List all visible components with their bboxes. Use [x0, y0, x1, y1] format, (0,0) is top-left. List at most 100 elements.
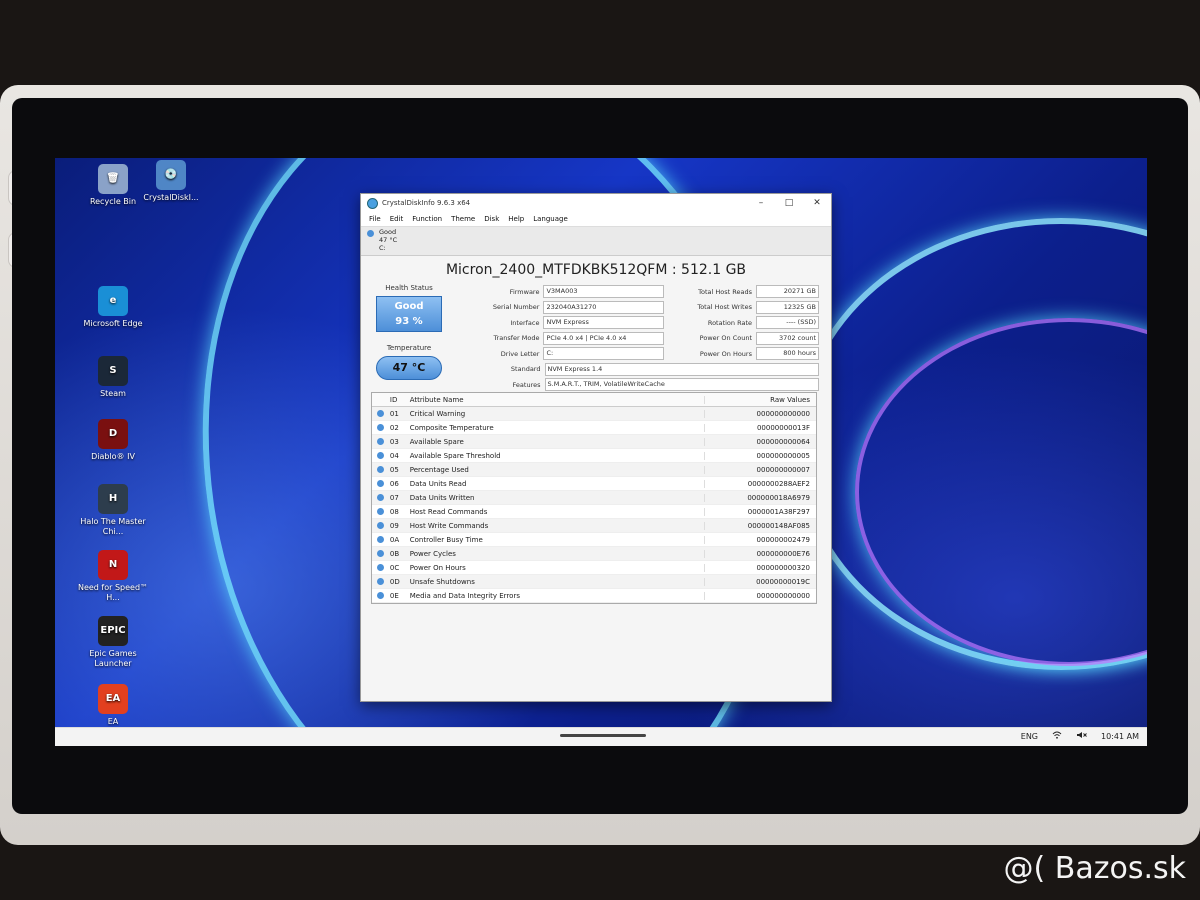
smart-id: 05: [389, 465, 399, 474]
status-dot-icon: [372, 438, 390, 445]
menu-function[interactable]: Function: [412, 215, 442, 223]
smart-raw-value: 000000148AF085: [747, 521, 810, 530]
firmware-value: V3MA003: [543, 285, 664, 299]
smart-row[interactable]: 0FNumber of Error Information Log Entrie…: [372, 603, 816, 604]
desktop-icon-label: EA: [107, 717, 119, 726]
smart-id: 0A: [389, 535, 400, 544]
smart-row[interactable]: 0B Power Cycles 000000000E76: [372, 547, 816, 561]
smart-attribute-table[interactable]: ID Attribute Name Raw Values 01 Critical …: [371, 392, 817, 604]
health-status-label: Health Status: [385, 284, 433, 292]
smart-row[interactable]: 0A Controller Busy Time 000000002479: [372, 533, 816, 547]
status-dot-icon: [372, 536, 390, 543]
drive-letter-value: C:: [543, 347, 664, 361]
edge-icon: e: [98, 286, 128, 316]
diablo-icon: D: [98, 419, 128, 449]
health-status-badge[interactable]: Good 93 %: [376, 296, 442, 332]
smart-row[interactable]: 05 Percentage Used 000000000007: [372, 463, 816, 477]
smart-id: 03: [389, 437, 399, 446]
status-dot-icon: [372, 424, 390, 431]
drive-tab-letter: C:: [379, 244, 386, 252]
drive-tab-temp: 47 °C: [379, 236, 398, 244]
smart-attribute-name: Available Spare Threshold: [408, 451, 705, 460]
desktop-icon-diablo[interactable]: D Diablo® IV: [75, 419, 151, 462]
smart-attribute-name: Data Units Read: [408, 479, 705, 488]
close-button[interactable]: ✕: [803, 198, 831, 208]
smart-row[interactable]: 0D Unsafe Shutdowns 00000000019C: [372, 575, 816, 589]
smart-row[interactable]: 06 Data Units Read 0000000288AEF2: [372, 477, 816, 491]
window-title: CrystalDiskInfo 9.6.3 x64: [382, 199, 471, 207]
smart-attribute-name: Composite Temperature: [408, 423, 705, 432]
language-indicator[interactable]: ENG: [1021, 732, 1038, 741]
features-label: Features: [512, 380, 541, 389]
smart-raw-value: 000000018A6979: [747, 493, 810, 502]
desktop-icon-epic[interactable]: EPIC Epic Games Launcher: [75, 616, 151, 669]
desktop-icon-nfs[interactable]: N Need for Speed™ H...: [75, 550, 151, 603]
smart-row[interactable]: 04 Available Spare Threshold 000000000005: [372, 449, 816, 463]
status-dot-icon: [372, 494, 390, 501]
window-titlebar[interactable]: CrystalDiskInfo 9.6.3 x64 – □ ✕: [361, 194, 831, 212]
status-dot-icon: [372, 466, 390, 473]
temperature-badge[interactable]: 47 °C: [376, 356, 442, 380]
smart-raw-value: 000000000005: [756, 451, 810, 460]
desktop-icon-edge[interactable]: e Microsoft Edge: [75, 286, 151, 329]
disk-model-title: Micron_2400_MTFDKBK512QFM : 512.1 GB: [445, 262, 747, 278]
status-dot-icon: [372, 564, 390, 571]
drive-tab-c[interactable]: Good 47 °C C:: [379, 228, 397, 252]
transfer-mode-label: Transfer Mode: [493, 334, 540, 343]
smart-raw-value: 00000000019C: [756, 577, 810, 586]
rotation-rate-label: Rotation Rate: [707, 318, 752, 327]
menu-help[interactable]: Help: [508, 215, 524, 223]
smart-row[interactable]: 08 Host Read Commands 0000001A38F297: [372, 505, 816, 519]
crystaldiskinfo-icon: 💿: [156, 160, 186, 190]
smart-header-raw[interactable]: Raw Values: [705, 396, 816, 404]
smart-row[interactable]: 0C Power On Hours 000000000320: [372, 561, 816, 575]
rotation-rate-value: ---- (SSD): [756, 316, 819, 330]
smart-raw-value: 0000000288AEF2: [747, 479, 810, 488]
menu-disk[interactable]: Disk: [484, 215, 499, 223]
smart-row[interactable]: 09 Host Write Commands 000000148AF085: [372, 519, 816, 533]
smart-row[interactable]: 02 Composite Temperature 00000000013F: [372, 421, 816, 435]
smart-row[interactable]: 07 Data Units Written 000000018A6979: [372, 491, 816, 505]
crystaldiskinfo-app-icon: [367, 197, 378, 209]
taskbar: ENG 10:41 AM: [55, 727, 1147, 746]
smart-raw-value: 000000000000: [756, 409, 810, 418]
drive-status-dot: [367, 230, 374, 237]
menu-file[interactable]: File: [369, 215, 381, 223]
menu-language[interactable]: Language: [533, 215, 568, 223]
desktop-icon-label: Microsoft Edge: [83, 319, 143, 328]
volume-muted-icon[interactable]: [1076, 731, 1087, 741]
power-on-hours-label: Power On Hours: [699, 349, 752, 358]
standard-value: NVM Express 1.4: [544, 362, 819, 376]
desktop-icon-crystaldiskinfo[interactable]: 💿 CrystalDiskI...: [133, 160, 209, 203]
menu-theme[interactable]: Theme: [451, 215, 475, 223]
smart-id: 06: [389, 479, 399, 488]
smart-id: 0B: [389, 549, 400, 558]
crystaldiskinfo-window[interactable]: CrystalDiskInfo 9.6.3 x64 – □ ✕ File Edi…: [360, 193, 832, 702]
nfs-icon: N: [98, 550, 128, 580]
desktop-icon-steam[interactable]: S Steam: [75, 356, 151, 399]
wifi-icon[interactable]: [1052, 731, 1062, 741]
smart-id: 01: [389, 409, 399, 418]
smart-id: 08: [389, 507, 399, 516]
bazos-watermark: @( Bazos.sk: [1003, 851, 1186, 886]
menu-edit[interactable]: Edit: [390, 215, 404, 223]
status-dot-icon: [372, 410, 390, 417]
minimize-button[interactable]: –: [747, 198, 775, 208]
drive-selector-bar: Good 47 °C C:: [361, 226, 831, 256]
desktop-icon-ea[interactable]: EA EA: [75, 684, 151, 727]
smart-row[interactable]: 01 Critical Warning 000000000000: [372, 407, 816, 421]
clock[interactable]: 10:41 AM: [1101, 732, 1139, 741]
desktop-icon-halo[interactable]: H Halo The Master Chi...: [75, 484, 151, 537]
status-dot-icon: [372, 452, 390, 459]
smart-attribute-name: Critical Warning: [408, 409, 705, 418]
maximize-button[interactable]: □: [775, 198, 803, 208]
smart-header-id[interactable]: ID: [390, 396, 408, 404]
smart-row[interactable]: 03 Available Spare 000000000064: [372, 435, 816, 449]
serial-number-label: Serial Number: [492, 303, 540, 312]
taskbar-handle[interactable]: [560, 734, 646, 737]
desktop-icon-label: Need for Speed™ H...: [77, 583, 149, 602]
smart-attribute-name: Host Read Commands: [408, 507, 705, 516]
smart-row[interactable]: 0E Media and Data Integrity Errors 0000000…: [372, 589, 816, 603]
status-dot-icon: [372, 508, 390, 515]
smart-header-name[interactable]: Attribute Name: [408, 395, 705, 404]
